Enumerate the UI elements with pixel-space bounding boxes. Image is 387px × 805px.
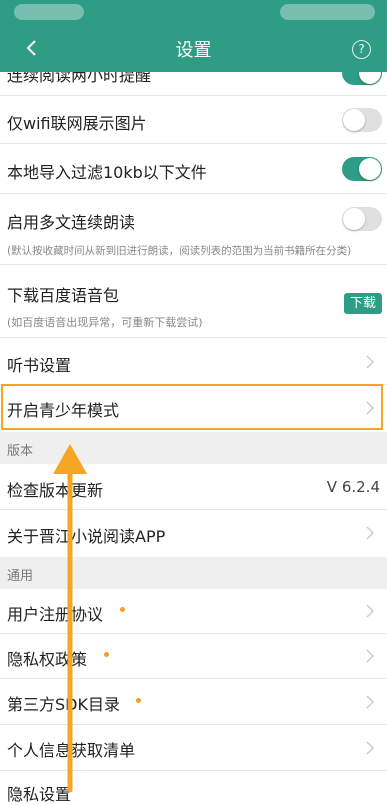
row-label: 听书设置	[7, 356, 72, 375]
chevron-right-icon	[366, 695, 375, 709]
settings-row-baidu-voice[interactable]: 下载百度语音包 (如百度语音出现异常，可重新下载尝试) 下载	[0, 266, 387, 338]
section-title: 通用	[7, 569, 34, 584]
row-label: 启用多文连续朗读	[7, 213, 136, 232]
version-value: V 6.2.4	[326, 478, 380, 496]
row-label: 本地导入过滤10kb以下文件	[7, 163, 207, 182]
help-icon[interactable]: ?	[352, 40, 371, 59]
row-description: (默认按收藏时间从新到旧进行朗读，阅读列表的范围为当前书籍所在分类)	[7, 245, 352, 257]
chevron-right-icon	[366, 741, 375, 755]
toggle-knob	[343, 109, 365, 131]
settings-row-listen[interactable]: 听书设置	[0, 339, 387, 385]
chevron-right-icon	[366, 649, 375, 663]
status-bar-left	[14, 4, 84, 20]
row-label: 关于晋江小说阅读APP	[7, 527, 166, 546]
chevron-right-icon	[366, 526, 375, 540]
settings-row-teen-mode[interactable]: 开启青少年模式	[0, 385, 387, 431]
row-label: 隐私权政策	[7, 650, 88, 669]
row-label: 下载百度语音包	[7, 286, 120, 305]
chevron-right-icon	[366, 604, 375, 618]
row-label: 隐私设置	[7, 785, 72, 804]
row-label: 开启青少年模式	[7, 401, 120, 420]
multi-read-toggle[interactable]	[342, 207, 382, 231]
wifi-images-toggle[interactable]	[342, 108, 382, 132]
new-dot-indicator	[136, 698, 141, 703]
settings-row-check-update[interactable]: 检查版本更新 V 6.2.4	[0, 464, 387, 510]
new-dot-indicator	[120, 607, 125, 612]
settings-row-user-agreement[interactable]: 用户注册协议	[0, 589, 387, 634]
section-title: 版本	[7, 444, 34, 459]
filter-10kb-toggle[interactable]	[342, 157, 382, 181]
settings-row-personal-info[interactable]: 个人信息获取清单	[0, 725, 387, 771]
top-bar: 设置 ?	[0, 0, 387, 72]
row-label: 用户注册协议	[7, 605, 104, 624]
section-header-version: 版本	[0, 432, 387, 464]
settings-row-sdk-list[interactable]: 第三方SDK目录	[0, 679, 387, 725]
row-label: 仅wifi联网展示图片	[7, 114, 147, 133]
page-title: 设置	[175, 40, 212, 61]
row-label: 检查版本更新	[7, 481, 104, 500]
settings-row-about[interactable]: 关于晋江小说阅读APP	[0, 510, 387, 556]
toggle-knob	[343, 208, 365, 230]
settings-row-wifi-images[interactable]: 仅wifi联网展示图片	[0, 97, 387, 144]
settings-row-multi-read[interactable]: 启用多文连续朗读 (默认按收藏时间从新到旧进行朗读，阅读列表的范围为当前书籍所在…	[0, 195, 387, 265]
section-header-general: 通用	[0, 557, 387, 589]
chevron-right-icon	[366, 355, 375, 369]
row-label: 第三方SDK目录	[7, 695, 120, 714]
settings-row-filter-10kb[interactable]: 本地导入过滤10kb以下文件	[0, 145, 387, 194]
settings-row-privacy-settings[interactable]: 隐私设置	[0, 771, 387, 804]
toggle-knob	[359, 158, 381, 180]
settings-row-privacy-policy[interactable]: 隐私权政策	[0, 634, 387, 679]
row-label: 个人信息获取清单	[7, 741, 136, 760]
download-voice-button[interactable]: 下载	[344, 293, 382, 314]
new-dot-indicator	[104, 652, 109, 657]
status-bar-right	[280, 4, 375, 20]
row-description: (如百度语音出现异常，可重新下载尝试)	[7, 316, 203, 329]
chevron-right-icon	[366, 401, 375, 415]
